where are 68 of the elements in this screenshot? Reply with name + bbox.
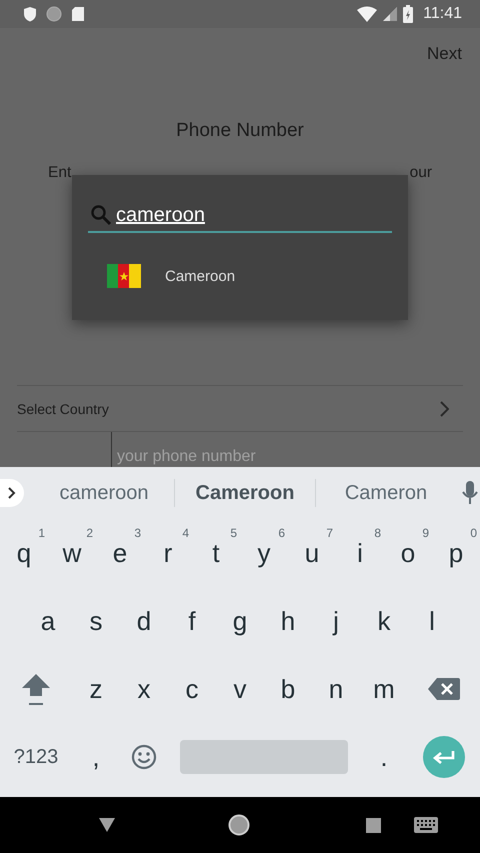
circle-icon [46,6,62,22]
key-hint: 2 [86,526,93,540]
key[interactable]: f [168,587,216,655]
country-result[interactable]: Cameroon [88,261,242,291]
key[interactable]: n [312,655,360,723]
key[interactable]: e 3 [96,519,144,587]
signal-icon [383,6,398,22]
square-icon [366,818,380,832]
key[interactable]: s [72,587,120,655]
enter-icon [432,749,456,765]
keyboard-icon [414,817,438,833]
key-hint: 4 [182,526,189,540]
chevron-right-icon [8,487,16,499]
key[interactable]: , [72,723,120,791]
circle-icon [228,814,250,836]
key-hint: 7 [326,526,333,540]
key-hint: 1 [38,526,45,540]
instruction-text: Ent [48,163,72,183]
suggestion[interactable]: Cameroon [175,478,315,508]
wifi-icon [357,6,378,22]
key[interactable]: u 7 [288,519,336,587]
key[interactable]: x [120,655,168,723]
key[interactable]: p 0 [432,519,480,587]
key-hint: 9 [422,526,429,540]
key[interactable]: g [216,587,264,655]
key[interactable]: l [408,587,456,655]
key-hint: 5 [230,526,237,540]
instruction-text: our [410,163,432,183]
symbols-key[interactable]: ?123 [0,723,72,791]
flag-icon [107,264,141,288]
key[interactable]: c [168,655,216,723]
emoji-icon [131,744,157,770]
triangle-icon [99,818,115,832]
key[interactable]: z [72,655,120,723]
key[interactable]: v [216,655,264,723]
key[interactable]: i 8 [336,519,384,587]
key[interactable]: q 1 [0,519,48,587]
key[interactable]: b [264,655,312,723]
suggestion[interactable]: cameroon [34,478,174,508]
key-hint: 3 [134,526,141,540]
shift-icon [21,672,51,706]
chevron-right-icon [439,400,449,416]
key[interactable]: h [264,587,312,655]
clock: 11:41 [423,5,462,23]
key[interactable]: r 4 [144,519,192,587]
key[interactable]: y 6 [240,519,288,587]
key[interactable]: a [24,587,72,655]
suggestion[interactable]: Cameron [316,478,456,508]
sd-card-icon [71,6,85,22]
shield-icon [23,6,37,22]
microphone-icon [462,481,478,505]
screen-title: Phone Number [175,119,305,143]
key[interactable]: w 2 [48,519,96,587]
key[interactable]: m [360,655,408,723]
battery-icon [403,5,414,23]
key[interactable]: d [120,587,168,655]
key-hint: 0 [470,526,477,540]
search-field[interactable]: cameroon [88,199,392,233]
key[interactable]: k [360,587,408,655]
backspace-icon [428,677,460,701]
key-hint: 6 [278,526,285,540]
expand-button[interactable] [0,479,24,507]
search-icon [90,204,112,226]
key-hint: 8 [374,526,381,540]
key[interactable]: o 9 [384,519,432,587]
key[interactable]: j [312,587,360,655]
key[interactable]: . [360,723,408,791]
key[interactable]: t 5 [192,519,240,587]
